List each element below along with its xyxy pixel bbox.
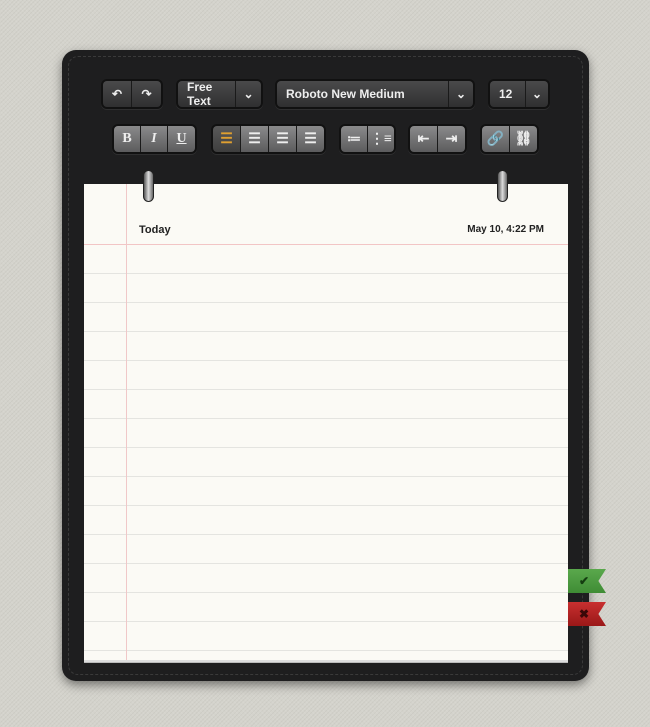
outdent-icon: ⇤ — [417, 131, 430, 147]
justify-icon: ☰ — [304, 131, 317, 147]
note-title: Today — [139, 224, 171, 236]
close-icon: ✖ — [578, 607, 590, 621]
undo-button[interactable]: ↶ — [103, 81, 132, 107]
italic-button[interactable]: I — [141, 126, 168, 152]
history-group: ↶ ↷ — [101, 79, 163, 109]
link-icon: 🔗 — [486, 131, 505, 147]
align-center-icon: ☰ — [248, 131, 261, 147]
binder-ring — [143, 170, 154, 202]
font-select-value[interactable]: Roboto New Medium — [277, 81, 449, 107]
size-select-value[interactable]: 12 — [490, 81, 526, 107]
indent-group: ⇤ ⇥ — [408, 124, 467, 154]
redo-button[interactable]: ↷ — [132, 81, 161, 107]
chevron-down-icon[interactable]: ⌄ — [449, 81, 473, 107]
checkmark-icon: ✔ — [578, 574, 590, 588]
align-right-button[interactable]: ☰ — [269, 126, 297, 152]
font-select[interactable]: Roboto New Medium ⌄ — [275, 79, 475, 109]
unlink-button[interactable]: ⛓ — [510, 126, 537, 152]
link-button[interactable]: 🔗 — [482, 126, 510, 152]
align-left-icon: ☰ — [220, 131, 233, 147]
cancel-button[interactable]: ✖ — [568, 602, 606, 626]
style-group: B I U — [112, 124, 197, 154]
justify-button[interactable]: ☰ — [297, 126, 324, 152]
margin-line — [126, 184, 127, 660]
redo-arrow-icon: ↷ — [141, 87, 152, 101]
note-timestamp: May 10, 4:22 PM — [467, 224, 544, 235]
binder-ring — [497, 170, 508, 202]
outdent-button[interactable]: ⇤ — [410, 126, 438, 152]
mode-select[interactable]: Free Text ⌄ — [176, 79, 263, 109]
mode-select-value[interactable]: Free Text — [178, 80, 236, 108]
link-group: 🔗 ⛓ — [480, 124, 539, 154]
list-group: ≔ ⋮≡ — [339, 124, 396, 154]
underline-button[interactable]: U — [168, 126, 195, 152]
note-header: Today May 10, 4:22 PM — [84, 184, 568, 245]
indent-icon: ⇥ — [445, 131, 458, 147]
chevron-down-icon[interactable]: ⌄ — [236, 81, 261, 107]
bullet-list-icon: ≔ — [347, 131, 361, 147]
indent-button[interactable]: ⇥ — [438, 126, 465, 152]
align-right-icon: ☰ — [276, 131, 289, 147]
note-paper[interactable]: Today May 10, 4:22 PM — [84, 184, 568, 660]
unlink-icon: ⛓ — [514, 131, 533, 147]
align-group: ☰ ☰ ☰ ☰ — [211, 124, 326, 154]
numbered-list-button[interactable]: ⋮≡ — [368, 126, 394, 152]
align-left-button[interactable]: ☰ — [213, 126, 241, 152]
bold-button[interactable]: B — [114, 126, 141, 152]
bullet-list-button[interactable]: ≔ — [341, 126, 368, 152]
numbered-list-icon: ⋮≡ — [370, 131, 392, 147]
size-select[interactable]: 12 ⌄ — [488, 79, 550, 109]
align-center-button[interactable]: ☰ — [241, 126, 269, 152]
undo-arrow-icon: ↶ — [111, 87, 123, 101]
confirm-button[interactable]: ✔ — [568, 569, 606, 593]
chevron-down-icon[interactable]: ⌄ — [526, 81, 548, 107]
